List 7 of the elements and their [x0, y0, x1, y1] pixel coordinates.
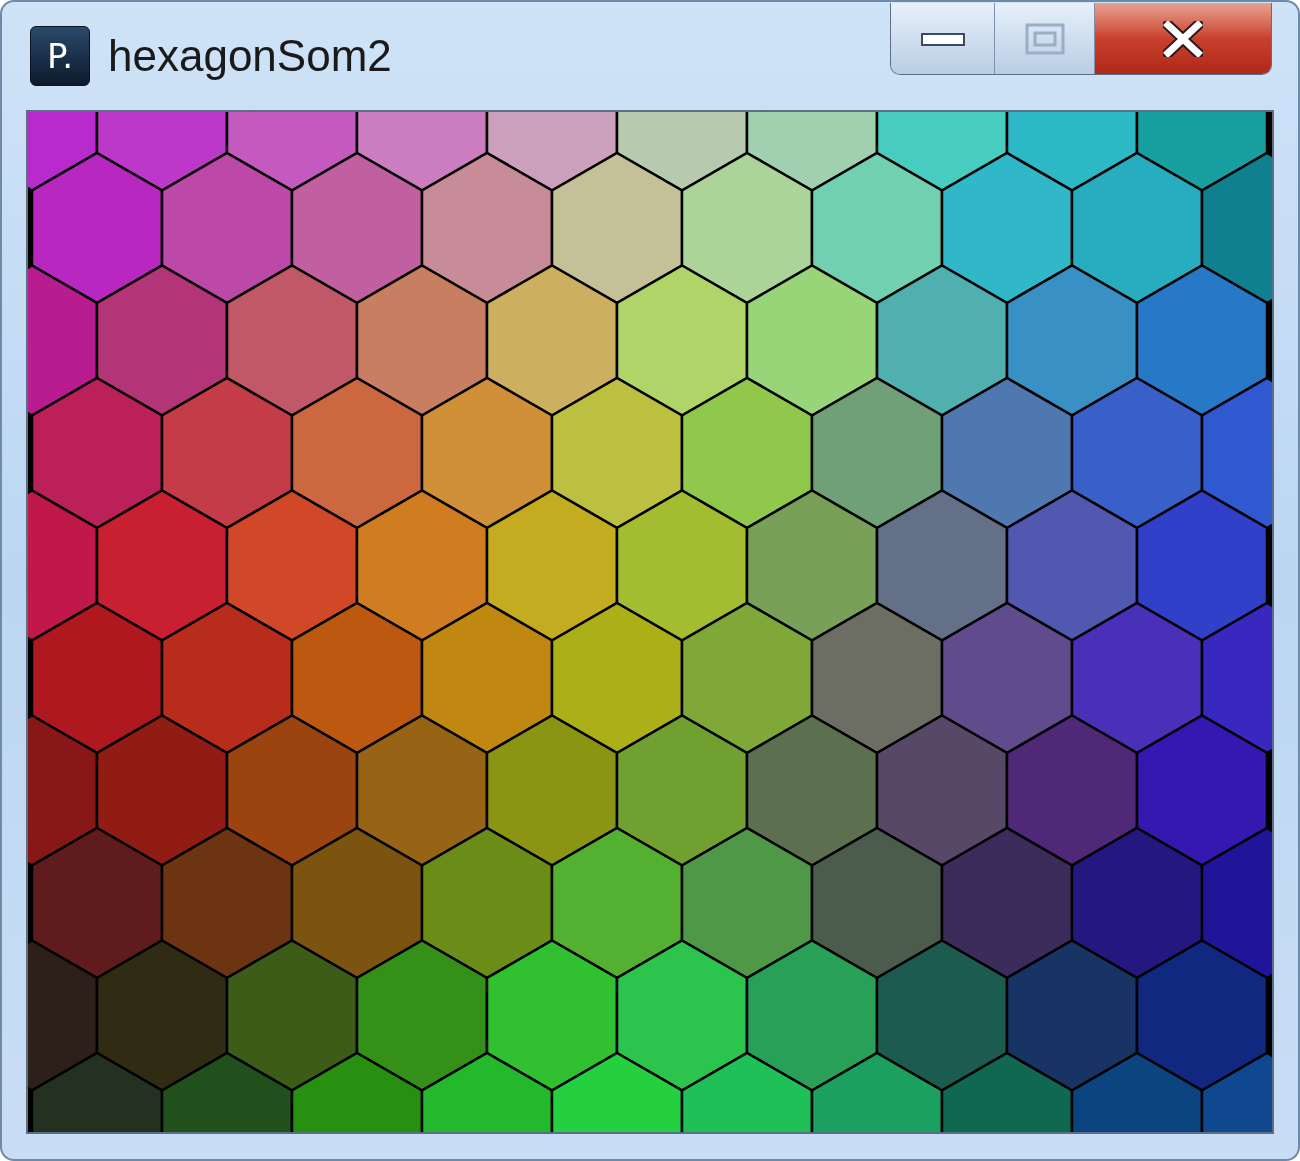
close-icon: [1163, 20, 1203, 57]
window-title: hexagonSom2: [108, 34, 392, 78]
close-button[interactable]: [1095, 3, 1271, 74]
maximize-icon: [1024, 22, 1065, 55]
minimize-icon: [920, 30, 965, 47]
minimize-button[interactable]: [891, 3, 995, 74]
app-icon: P.: [30, 26, 90, 86]
